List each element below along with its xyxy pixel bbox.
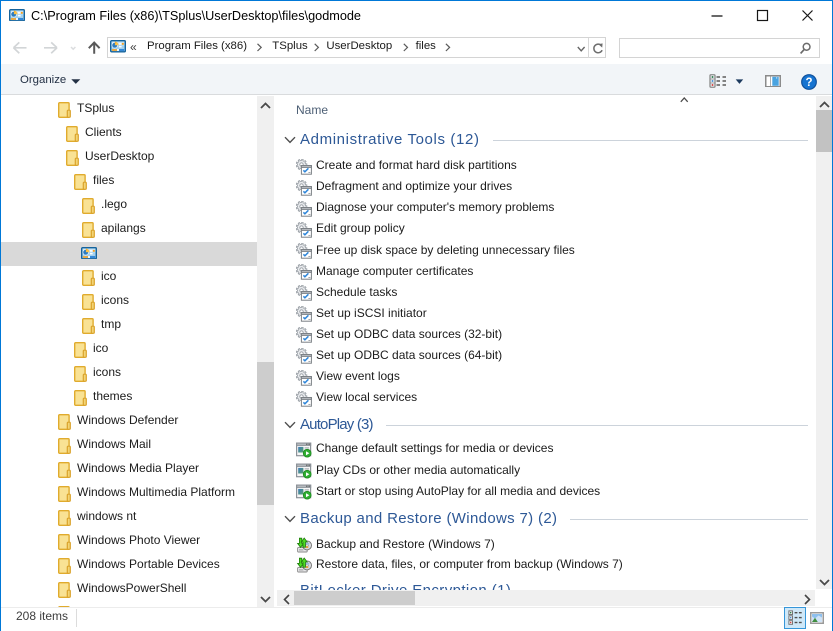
svg-text:?: ? [805,77,812,89]
